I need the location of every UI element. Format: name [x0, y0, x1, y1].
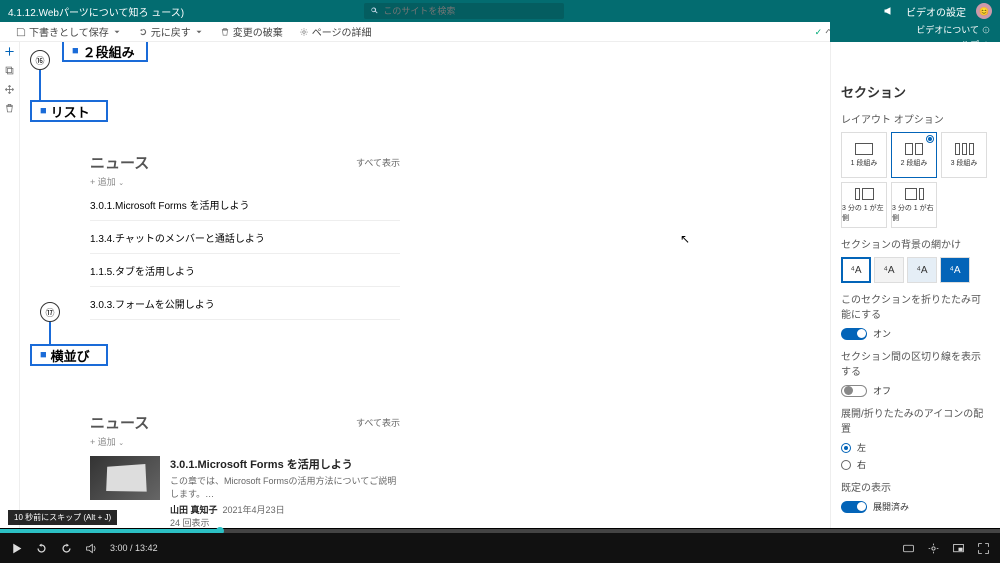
divider-label: セクション間の区切り線を表示する	[841, 348, 990, 378]
webpart-rail	[0, 42, 20, 528]
news-side-title: ニュース	[90, 412, 149, 433]
default-display-label: 既定の表示	[841, 479, 990, 494]
skip-tooltip: 10 秒前にスキップ (Alt + J)	[8, 510, 117, 525]
news-item[interactable]: 1.1.5.タブを活用しよう	[90, 254, 400, 287]
chevron-down-icon	[194, 27, 204, 37]
right-info-links: ビデオについてi ヘルプ?	[912, 22, 994, 52]
layout-one-col[interactable]: 1 段組み	[841, 132, 887, 178]
video-time: 3:00 / 13:42	[110, 543, 158, 553]
news-thumbnail	[90, 456, 160, 500]
news-item[interactable]: 3.0.1.Microsoft Forms を活用しよう	[90, 188, 400, 221]
news-item[interactable]: 1.3.4.チャットのメンバーと通話しよう	[90, 221, 400, 254]
icon-pos-label: 展開/折りたたみのアイコンの配置	[841, 405, 990, 435]
layout-three-col[interactable]: 3 段組み	[941, 132, 987, 178]
news-card-desc: この章では、Microsoft Formsの活用方法についてご説明します。…	[170, 474, 400, 500]
save-icon	[16, 27, 26, 37]
page-canvas: ⑮ ２段組み ⑯ リスト ⑰ 横並び ニュース すべて表示 追加 ⌄ 3.0.1…	[20, 42, 830, 528]
video-settings-label[interactable]: ビデオの設定	[906, 4, 966, 19]
info-icon: i	[982, 26, 990, 34]
search-box[interactable]	[364, 3, 564, 19]
discard-button[interactable]: 変更の破棄	[214, 24, 289, 39]
help-icon: ?	[982, 41, 990, 49]
pip-button[interactable]	[952, 542, 965, 555]
divider-toggle[interactable]	[841, 385, 867, 397]
callout-17: ⑰	[40, 302, 60, 322]
captions-button[interactable]	[902, 542, 915, 555]
skip-fwd-button[interactable]	[60, 542, 73, 555]
bg-swatch-strong[interactable]: ⁴A	[940, 257, 970, 283]
layout-options-label: レイアウト オプション	[841, 111, 990, 126]
settings-button[interactable]	[927, 542, 940, 555]
news-side-webpart: ニュース すべて表示 追加 ⌄ 3.0.1.Microsoft Forms を活…	[90, 412, 400, 528]
collapse-label: このセクションを折りたたみ可能にする	[841, 291, 990, 321]
delete-icon[interactable]	[4, 103, 15, 114]
move-icon[interactable]	[4, 84, 15, 95]
add-news-button[interactable]: 追加 ⌄	[90, 175, 400, 188]
search-icon	[370, 6, 379, 16]
icon-pos-left-radio[interactable]	[841, 443, 851, 453]
icon-pos-right-radio[interactable]	[841, 460, 851, 470]
undo-icon	[138, 27, 148, 37]
undo-button[interactable]: 元に戻す	[132, 24, 210, 39]
duplicate-icon[interactable]	[4, 65, 15, 76]
bg-swatch-none[interactable]: ⁴A	[841, 257, 871, 283]
news-list-title: ニュース	[90, 152, 149, 173]
about-video-link[interactable]: ビデオについてi	[912, 22, 994, 37]
page-title: 4.1.12.Webパーツについて知ろ ュース)	[8, 4, 184, 19]
callout-16: ⑯	[30, 50, 50, 70]
add-news-button[interactable]: 追加 ⌄	[90, 435, 400, 448]
collapse-toggle[interactable]	[841, 328, 867, 340]
fullscreen-button[interactable]	[977, 542, 990, 555]
skip-back-button[interactable]	[35, 542, 48, 555]
layout-third-left[interactable]: 3 分の 1 が左側	[841, 182, 887, 228]
volume-button[interactable]	[85, 542, 98, 555]
gear-icon	[299, 27, 309, 37]
news-card[interactable]: 3.0.1.Microsoft Forms を活用しよう この章では、Micro…	[90, 456, 400, 528]
bg-swatch-soft[interactable]: ⁴A	[907, 257, 937, 283]
chevron-down-icon	[112, 27, 122, 37]
highlight-17: 横並び	[30, 344, 108, 366]
default-display-toggle[interactable]	[841, 501, 867, 513]
bg-swatch-neutral[interactable]: ⁴A	[874, 257, 904, 283]
bg-label: セクションの背景の網かけ	[841, 236, 990, 251]
layout-two-col[interactable]: 2 段組み	[891, 132, 937, 178]
layout-third-right[interactable]: 3 分の 1 が右側	[891, 182, 937, 228]
plus-icon[interactable]	[4, 46, 15, 57]
news-card-meta: 山田 真知子 2021年4月23日24 回表示	[170, 503, 400, 528]
megaphone-icon[interactable]	[882, 4, 896, 18]
search-input[interactable]	[383, 6, 558, 16]
save-draft-button[interactable]: 下書きとして保存	[10, 24, 128, 39]
page-details-button[interactable]: ページの詳細	[293, 24, 378, 39]
news-item[interactable]: 3.0.3.フォームを公開しよう	[90, 287, 400, 320]
svg-text:?: ?	[985, 42, 988, 47]
play-button[interactable]	[10, 542, 23, 555]
help-link[interactable]: ヘルプ?	[912, 37, 994, 52]
section-settings-panel: セクション レイアウト オプション 1 段組み 2 段組み 3 段組み 3 分の…	[830, 42, 1000, 528]
news-list-webpart: ニュース すべて表示 追加 ⌄ 3.0.1.Microsoft Forms を活…	[90, 152, 400, 320]
highlight-15: ２段組み	[62, 42, 148, 62]
panel-title: セクション	[841, 82, 990, 101]
cursor-icon: ↖	[680, 232, 690, 246]
news-card-title: 3.0.1.Microsoft Forms を活用しよう	[170, 456, 400, 472]
see-all-link[interactable]: すべて表示	[356, 416, 400, 429]
window-header: 4.1.12.Webパーツについて知ろ ュース) ビデオの設定 😊	[0, 0, 1000, 22]
svg-text:i: i	[986, 27, 987, 32]
see-all-link[interactable]: すべて表示	[356, 156, 400, 169]
video-controls: 3:00 / 13:42	[0, 533, 1000, 563]
avatar[interactable]: 😊	[976, 3, 992, 19]
trash-icon	[220, 27, 230, 37]
highlight-16: リスト	[30, 100, 108, 122]
